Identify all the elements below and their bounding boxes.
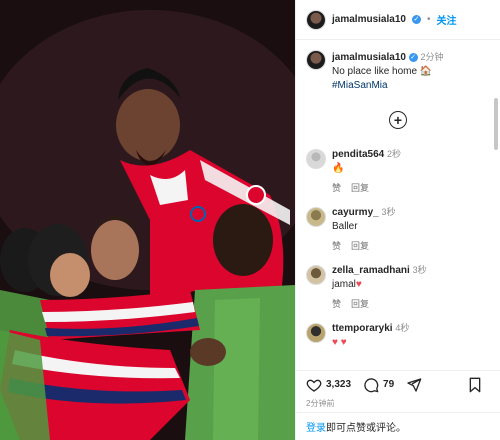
comment-text: jamal xyxy=(332,279,356,290)
feed-scrollbar[interactable] xyxy=(494,98,498,150)
comment-time: 3秒 xyxy=(381,207,396,217)
login-prompt: 登录 即可点赞或评论。 xyxy=(296,412,500,440)
commenter-avatar[interactable] xyxy=(306,265,326,285)
heart-emoji: ♥ ♥ xyxy=(332,337,347,348)
add-circle-icon[interactable]: + xyxy=(389,111,407,129)
reply-button[interactable]: 回复 xyxy=(351,297,369,311)
like-comment-button[interactable]: 赞 xyxy=(332,181,341,195)
like-comment-button[interactable]: 赞 xyxy=(332,297,341,311)
comment-time: 4秒 xyxy=(395,323,410,333)
comment-item: zella_ramadhani 3秒 jamal♥ 赞 回复 xyxy=(306,263,490,311)
celebration-photo xyxy=(0,0,295,440)
reply-button[interactable]: 回复 xyxy=(351,239,369,253)
post-header: jamalmusiala10 ✓ • 关注 xyxy=(296,0,500,40)
commenter-avatar[interactable] xyxy=(306,323,326,343)
verified-icon: ✓ xyxy=(411,15,421,24)
follow-button[interactable]: 关注 xyxy=(436,12,456,27)
commenter-avatar[interactable] xyxy=(306,207,326,227)
hashtag-link[interactable]: #MiaSanMia xyxy=(332,80,388,91)
bookmark-icon[interactable] xyxy=(468,377,482,393)
commenter-username[interactable]: cayurmy_ xyxy=(332,207,379,218)
verified-icon: ✓ xyxy=(408,52,418,62)
post-sidebar: jamalmusiala10 ✓ • 关注 jamalmusiala10 ✓ 2… xyxy=(295,0,500,440)
comment-item: pendita564 2秒 🔥 赞 回复 xyxy=(306,147,490,195)
comments-feed[interactable]: jamalmusiala10 ✓ 2分钟 No place like home … xyxy=(296,40,500,370)
comment-count: 79 xyxy=(383,379,395,390)
save-action[interactable] xyxy=(468,377,482,393)
comment-time: 2秒 xyxy=(387,149,402,159)
house-emoji: 🏠 xyxy=(419,66,433,77)
comment-icon[interactable] xyxy=(363,377,379,393)
like-comment-button[interactable]: 赞 xyxy=(332,239,341,253)
comment-text: 🔥 xyxy=(332,163,345,174)
login-link[interactable]: 登录 xyxy=(306,419,326,434)
author-avatar[interactable] xyxy=(306,50,326,70)
author-username[interactable]: jamalmusiala10 xyxy=(332,14,406,25)
post-actions: 3,323 79 xyxy=(296,370,500,398)
separator-dot: • xyxy=(426,14,431,25)
caption-username[interactable]: jamalmusiala10 xyxy=(332,52,406,63)
comment-text: Baller xyxy=(332,221,358,232)
commenter-username[interactable]: ttemporaryki xyxy=(332,323,393,334)
commenter-username[interactable]: pendita564 xyxy=(332,149,384,160)
caption-text: No place like home xyxy=(332,66,418,77)
caption-time: 2分钟 xyxy=(420,52,444,62)
author-avatar[interactable] xyxy=(306,9,326,30)
comment-item: cayurmy_ 3秒 Baller 赞 回复 xyxy=(306,205,490,253)
comment-action[interactable]: 79 xyxy=(363,377,394,393)
comment-time: 3秒 xyxy=(412,265,427,275)
like-count: 3,323 xyxy=(326,379,352,390)
caption: jamalmusiala10 ✓ 2分钟 No place like home … xyxy=(306,40,490,93)
share-action[interactable] xyxy=(406,377,422,393)
commenter-avatar[interactable] xyxy=(306,149,326,169)
reply-button[interactable]: 回复 xyxy=(351,181,369,195)
post-photo[interactable] xyxy=(0,0,295,440)
post-time-ago: 2分钟前 xyxy=(306,399,335,408)
login-prompt-text: 即可点赞或评论。 xyxy=(326,423,406,434)
comment-item: ttemporaryki 4秒 ♥ ♥ xyxy=(306,321,490,350)
commenter-username[interactable]: zella_ramadhani xyxy=(332,265,410,276)
heart-emoji: ♥ xyxy=(355,279,362,290)
heart-icon[interactable] xyxy=(306,377,322,393)
like-action[interactable]: 3,323 xyxy=(306,377,351,393)
share-icon[interactable] xyxy=(406,377,422,393)
